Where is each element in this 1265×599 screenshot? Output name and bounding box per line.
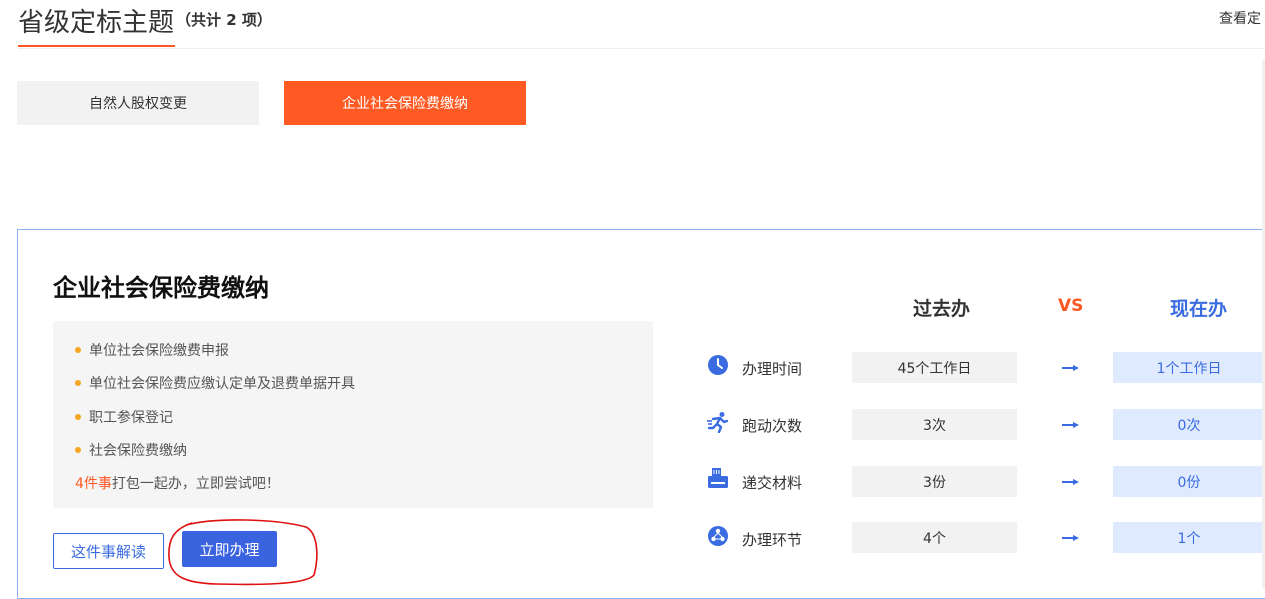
bullet-icon: [75, 347, 81, 353]
list-item: 社会保险费缴纳: [75, 440, 187, 460]
vs-label: VS: [1058, 296, 1084, 316]
header-divider: [18, 48, 1265, 49]
now-value-steps: 1个: [1113, 522, 1265, 553]
list-item-label: 单位社会保险费应缴认定单及退费单据开具: [89, 376, 355, 392]
title-underline: [18, 45, 175, 47]
list-item: 职工参保登记: [75, 407, 173, 427]
bullet-icon: [75, 380, 81, 386]
page-title: 省级定标主题: [18, 8, 175, 38]
summary-message: 打包一起办，立即尝试吧！: [111, 476, 280, 492]
tab-enterprise-social-insurance[interactable]: 企业社会保险费缴纳: [284, 81, 526, 125]
bullet-icon: [75, 414, 81, 420]
interpret-button[interactable]: 这件事解读: [53, 533, 164, 569]
card-title: 企业社会保险费缴纳: [53, 274, 269, 302]
list-item: 单位社会保险费应缴认定单及退费单据开具: [75, 373, 355, 393]
past-value-visits: 3次: [852, 409, 1017, 440]
arrow-right-icon: [1062, 535, 1079, 541]
summary-count: 4件事: [75, 476, 112, 492]
clock-icon: [708, 355, 728, 375]
annotation-circle: [168, 519, 318, 586]
list-item-label: 单位社会保险缴费申报: [89, 343, 229, 359]
row-label-materials: 递交材料: [742, 474, 803, 492]
list-item-label: 职工参保登记: [89, 410, 173, 426]
process-icon: [708, 526, 728, 546]
past-value-steps: 4个: [852, 522, 1017, 553]
now-value-visits: 0次: [1113, 409, 1265, 440]
past-value-materials: 3份: [852, 466, 1017, 497]
list-item: 单位社会保险缴费申报: [75, 340, 229, 360]
row-label-time: 办理时间: [742, 360, 803, 378]
row-label-steps: 办理环节: [742, 531, 803, 549]
view-more-link[interactable]: 查看定: [1219, 8, 1261, 28]
summary-text: 4件事打包一起办，立即尝试吧！: [75, 473, 280, 493]
running-icon: [707, 412, 729, 433]
now-value-time: 1个工作日: [1113, 352, 1265, 383]
topic-count: （共计 2 项）: [176, 11, 272, 29]
arrow-right-icon: [1062, 365, 1079, 371]
tab-natural-person-equity-change[interactable]: 自然人股权变更: [17, 81, 259, 125]
past-value-time: 45个工作日: [852, 352, 1017, 383]
printer-icon: [708, 468, 728, 488]
now-value-materials: 0份: [1113, 466, 1265, 497]
bullet-icon: [75, 447, 81, 453]
past-column-header: 过去办: [913, 298, 971, 320]
now-column-header: 现在办: [1170, 298, 1228, 320]
list-item-label: 社会保险费缴纳: [89, 443, 187, 459]
arrow-right-icon: [1062, 422, 1079, 428]
row-label-visits: 跑动次数: [742, 417, 803, 435]
arrow-right-icon: [1062, 479, 1079, 485]
